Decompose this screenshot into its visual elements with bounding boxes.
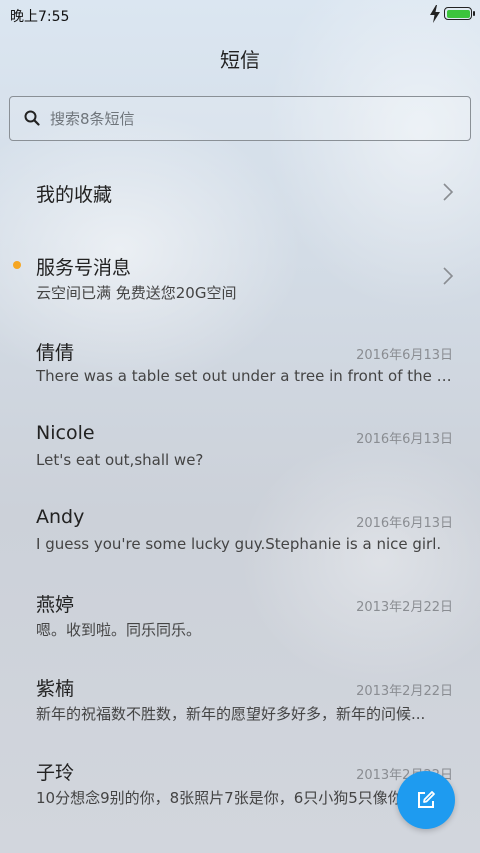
conversation-row[interactable]: Nicole 2016年6月13日 Let's eat out,shall we…: [0, 402, 480, 486]
service-subtitle: 云空间已满 免费送您20G空间: [36, 284, 237, 302]
message-preview: 10分想念9别的你，8张照片7张是你，6只小狗5只像你，...: [36, 789, 433, 807]
message-preview: 新年的祝福数不胜数，新年的愿望好多好多，新年的问候...: [36, 705, 426, 723]
compose-icon: [418, 791, 435, 808]
battery-level: [446, 9, 470, 18]
service-messages-row[interactable]: 服务号消息 云空间已满 免费送您20G空间: [0, 234, 480, 318]
contact-name: 子玲: [36, 762, 75, 784]
favorites-label: 我的收藏: [36, 184, 113, 206]
search-input[interactable]: [48, 107, 452, 131]
contact-name: Nicole: [36, 422, 95, 444]
message-preview: Let's eat out,shall we?: [36, 451, 204, 469]
chevron-right-icon: [443, 183, 454, 201]
message-date: 2016年6月13日: [356, 516, 453, 531]
unread-dot: [13, 261, 21, 269]
status-bar: 晚上7:55: [0, 0, 480, 28]
message-preview: I guess you're some lucky guy.Stephanie …: [36, 535, 442, 553]
message-preview: 嗯。收到啦。同乐同乐。: [36, 621, 202, 639]
service-title: 服务号消息: [36, 257, 132, 279]
contact-name: 燕婷: [36, 594, 75, 616]
status-time: 晚上7:55: [10, 9, 70, 25]
message-date: 2013年2月22日: [356, 684, 453, 699]
search-icon: [24, 110, 40, 126]
favorites-row[interactable]: 我的收藏: [0, 150, 480, 234]
conversation-row[interactable]: Andy 2016年6月13日 I guess you're some luck…: [0, 486, 480, 570]
search-bar[interactable]: [9, 96, 471, 141]
message-date: 2016年6月13日: [356, 432, 453, 447]
charging-bolt-icon: [430, 5, 440, 23]
message-date: 2016年6月13日: [356, 348, 453, 363]
message-preview: There was a table set out under a tree i…: [36, 367, 454, 385]
compose-button[interactable]: [397, 771, 455, 829]
chevron-right-icon: [443, 267, 454, 285]
conversation-row[interactable]: 燕婷 2013年2月22日 嗯。收到啦。同乐同乐。: [0, 570, 480, 654]
contact-name: 紫楠: [36, 678, 75, 700]
message-date: 2013年2月22日: [356, 600, 453, 615]
contact-name: Andy: [36, 506, 85, 528]
contact-name: 倩倩: [36, 342, 75, 364]
battery-icon: [444, 7, 475, 20]
conversation-row[interactable]: 倩倩 2016年6月13日 There was a table set out …: [0, 318, 480, 402]
page-title: 短信: [220, 48, 260, 72]
conversation-row[interactable]: 紫楠 2013年2月22日 新年的祝福数不胜数，新年的愿望好多好多，新年的问候.…: [0, 654, 480, 738]
